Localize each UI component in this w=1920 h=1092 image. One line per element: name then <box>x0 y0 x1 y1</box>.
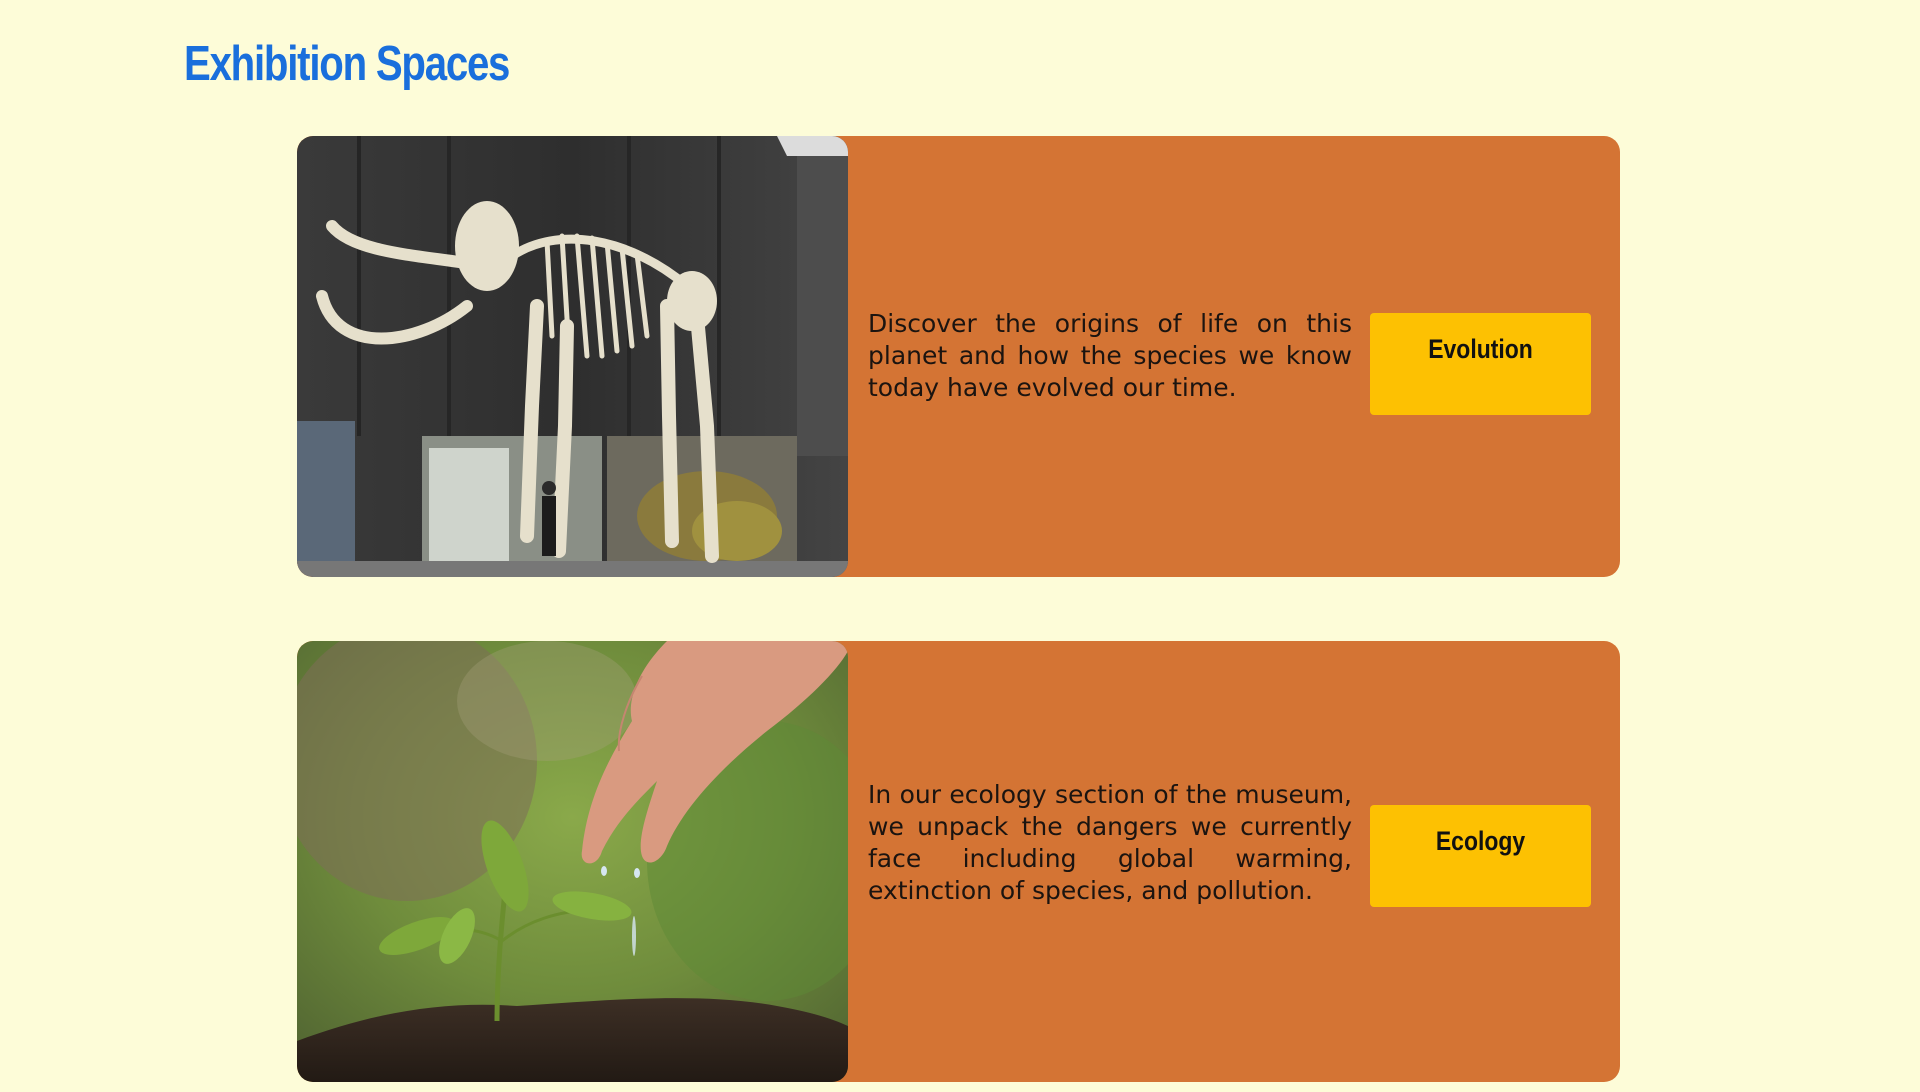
mammoth-skeleton-icon <box>297 136 848 577</box>
seedling-watering-image <box>297 641 848 1082</box>
mammoth-skeleton-image <box>297 136 848 577</box>
evolution-button-label: Evolution <box>1428 333 1533 364</box>
exhibit-card-body: In our ecology section of the museum, we… <box>848 641 1620 1082</box>
page-title: Exhibition Spaces <box>184 37 510 91</box>
exhibit-description: Discover the origins of life on this pla… <box>868 309 1352 402</box>
evolution-button[interactable]: Evolution <box>1370 313 1591 415</box>
watering-seedling-icon <box>297 641 848 1082</box>
ecology-button[interactable]: Ecology <box>1370 805 1591 907</box>
ecology-button-label: Ecology <box>1435 825 1526 856</box>
exhibit-card-evolution: Discover the origins of life on this pla… <box>297 136 1620 577</box>
exhibit-card-body: Discover the origins of life on this pla… <box>848 136 1620 577</box>
exhibit-description: In our ecology section of the museum, we… <box>868 780 1352 905</box>
exhibit-card-ecology: In our ecology section of the museum, we… <box>297 641 1620 1082</box>
